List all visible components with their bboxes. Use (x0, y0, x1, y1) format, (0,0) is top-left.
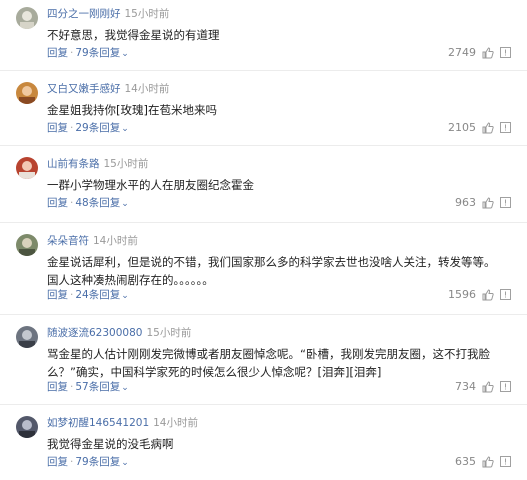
reply-button[interactable]: 回复 (47, 122, 68, 134)
comment-header: 四分之一刚刚好 15小时前 (47, 7, 169, 21)
thumbs-up-icon[interactable] (482, 380, 494, 393)
chevron-down-icon[interactable]: ⌄ (121, 458, 129, 468)
separator-dot: · (70, 47, 74, 59)
comment-footer: 回复 · 48条回复⌄ (47, 196, 129, 211)
chevron-down-icon[interactable]: ⌄ (121, 383, 129, 393)
comment-actions: 1596 (448, 288, 511, 301)
comment-list: 四分之一刚刚好 15小时前 不好意思，我觉得金星说的有道理 回复 · 79条回复⌄ 2… (0, 0, 527, 480)
like-count: 2749 (448, 46, 476, 59)
reply-button[interactable]: 回复 (47, 289, 68, 301)
timestamp: 14小时前 (124, 83, 170, 95)
comment-text: 我觉得金星说的没毛病啊 (47, 437, 174, 451)
thumbs-up-icon[interactable] (482, 46, 494, 59)
thumbs-up-icon[interactable] (482, 288, 494, 301)
avatar[interactable] (16, 82, 38, 104)
comment-footer: 回复 · 79条回复⌄ (47, 455, 129, 470)
report-icon[interactable] (500, 122, 511, 133)
separator-dot: · (70, 122, 74, 134)
comment-footer: 回复 · 29条回复⌄ (47, 121, 129, 136)
username-link[interactable]: 朵朵音符 (47, 235, 89, 247)
like-count: 963 (455, 196, 476, 209)
comment-text: 金星姐我持你[玫瑰]在苞米地来吗 (47, 103, 217, 117)
username-link[interactable]: 随波逐流62300080 (47, 327, 142, 339)
comment-header: 随波逐流62300080 15小时前 (47, 326, 191, 340)
like-count: 734 (455, 380, 476, 393)
comment-item: 如梦初醒146541201 14小时前 我觉得金星说的没毛病啊 回复 · 79条回复⌄… (0, 409, 527, 480)
comment-item: 又白又嫩手感好 14小时前 金星姐我持你[玫瑰]在苞米地来吗 回复 · 29条回复⌄ … (0, 75, 527, 146)
view-replies-link[interactable]: 48条回复 (75, 197, 120, 209)
reply-button[interactable]: 回复 (47, 381, 68, 393)
reply-button[interactable]: 回复 (47, 197, 68, 209)
comment-header: 朵朵音符 14小时前 (47, 234, 138, 248)
comment-item: 山前有条路 15小时前 一群小学物理水平的人在朋友圈纪念霍金 回复 · 48条回复⌄ … (0, 150, 527, 223)
separator-dot: · (70, 197, 74, 209)
report-icon[interactable] (500, 381, 511, 392)
chevron-down-icon[interactable]: ⌄ (121, 49, 129, 59)
report-icon[interactable] (500, 289, 511, 300)
avatar[interactable] (16, 7, 38, 29)
comment-header: 如梦初醒146541201 14小时前 (47, 416, 198, 430)
avatar[interactable] (16, 234, 38, 256)
comment-footer: 回复 · 24条回复⌄ (47, 288, 129, 303)
avatar[interactable] (16, 416, 38, 438)
timestamp: 15小时前 (103, 158, 149, 170)
reply-button[interactable]: 回复 (47, 456, 68, 468)
comment-actions: 734 (455, 380, 511, 393)
username-link[interactable]: 四分之一刚刚好 (47, 8, 121, 20)
separator-dot: · (70, 381, 74, 393)
comment-text: 金星说话犀利，但是说的不错，我们国家那么多的科学家去世也没啥人关注，转发等等。国… (47, 255, 496, 287)
comment-actions: 963 (455, 196, 511, 209)
username-link[interactable]: 又白又嫩手感好 (47, 83, 121, 95)
timestamp: 15小时前 (124, 8, 170, 20)
chevron-down-icon[interactable]: ⌄ (121, 124, 129, 134)
comment-actions: 2105 (448, 121, 511, 134)
comment-actions: 2749 (448, 46, 511, 59)
view-replies-link[interactable]: 29条回复 (75, 122, 120, 134)
thumbs-up-icon[interactable] (482, 196, 494, 209)
comment-header: 山前有条路 15小时前 (47, 157, 148, 171)
comment-actions: 635 (455, 455, 511, 468)
report-icon[interactable] (500, 456, 511, 467)
report-icon[interactable] (500, 197, 511, 208)
separator-dot: · (70, 456, 74, 468)
view-replies-link[interactable]: 79条回复 (75, 456, 120, 468)
like-count: 2105 (448, 121, 476, 134)
like-count: 635 (455, 455, 476, 468)
comment-header: 又白又嫩手感好 14小时前 (47, 82, 169, 96)
thumbs-up-icon[interactable] (482, 121, 494, 134)
comment-text: 骂金星的人估计刚刚发完微博或者朋友圈悼念呢。“卧槽，我刚发完朋友圈，这不打我脸么… (47, 347, 490, 379)
like-count: 1596 (448, 288, 476, 301)
username-link[interactable]: 如梦初醒146541201 (47, 417, 149, 429)
timestamp: 14小时前 (153, 417, 198, 429)
chevron-down-icon[interactable]: ⌄ (121, 291, 129, 301)
view-replies-link[interactable]: 24条回复 (75, 289, 120, 301)
comment-text: 不好意思，我觉得金星说的有道理 (47, 28, 220, 42)
view-replies-link[interactable]: 57条回复 (75, 381, 120, 393)
report-icon[interactable] (500, 47, 511, 58)
thumbs-up-icon[interactable] (482, 455, 494, 468)
view-replies-link[interactable]: 79条回复 (75, 47, 120, 59)
comment-item: 随波逐流62300080 15小时前 骂金星的人估计刚刚发完微博或者朋友圈悼念呢。… (0, 319, 527, 405)
avatar[interactable] (16, 326, 38, 348)
comment-item: 四分之一刚刚好 15小时前 不好意思，我觉得金星说的有道理 回复 · 79条回复⌄ 2… (0, 0, 527, 71)
comment-footer: 回复 · 57条回复⌄ (47, 380, 129, 395)
username-link[interactable]: 山前有条路 (47, 158, 100, 170)
chevron-down-icon[interactable]: ⌄ (121, 199, 129, 209)
timestamp: 15小时前 (146, 327, 192, 339)
reply-button[interactable]: 回复 (47, 47, 68, 59)
avatar[interactable] (16, 157, 38, 179)
timestamp: 14小时前 (93, 235, 138, 247)
comment-item: 朵朵音符 14小时前 金星说话犀利，但是说的不错，我们国家那么多的科学家去世也没啥… (0, 227, 527, 315)
comment-text: 一群小学物理水平的人在朋友圈纪念霍金 (47, 178, 254, 192)
comment-footer: 回复 · 79条回复⌄ (47, 46, 129, 61)
separator-dot: · (70, 289, 74, 301)
